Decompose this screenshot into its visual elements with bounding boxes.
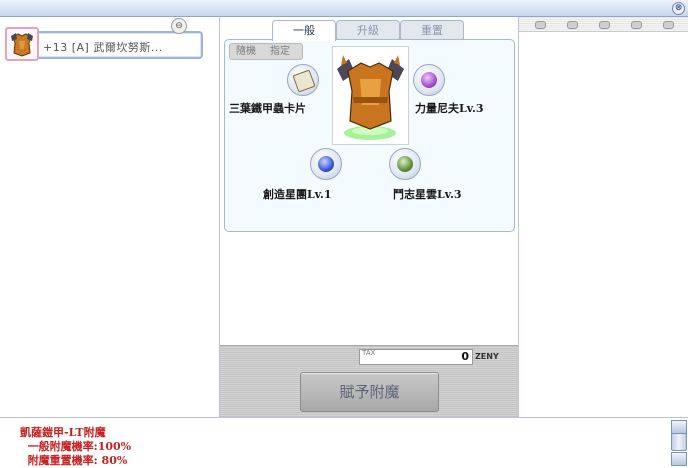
- tab-reset[interactable]: 重置: [400, 20, 464, 40]
- currency-label: ZENY: [475, 352, 499, 361]
- tax-field: TAX 0: [359, 349, 473, 365]
- mode-random[interactable]: 隨機: [236, 44, 256, 59]
- remove-item-icon[interactable]: ⊖: [171, 18, 187, 34]
- blue-orb-icon: [318, 156, 334, 172]
- indicator-dot: [663, 21, 674, 29]
- enchant-slots-panel: 隨機 指定 三葉鐵甲蟲卡片 力量尼夫Lv.3 創造星團Lv.1 鬥志星雲Lv.3: [224, 39, 515, 232]
- tab-upgrade[interactable]: 升級: [336, 20, 400, 40]
- tax-area: TAX 0 ZENY 賦予附魔: [220, 345, 518, 418]
- selected-item-row[interactable]: +13 [A] 武爾坎努斯... ⊖: [5, 18, 203, 61]
- item-preview: [332, 46, 409, 145]
- enchant-button[interactable]: 賦予附魔: [300, 372, 439, 412]
- info-panel: 凱薩鎧甲-LT附魔 一般附魔機率:100% 附魔重置機率: 80%: [0, 417, 688, 468]
- mode-specific[interactable]: 指定: [270, 44, 290, 59]
- slot-2-label: 力量尼夫Lv.3: [415, 102, 484, 115]
- item-name-box: +13 [A] 武爾坎努斯...: [27, 31, 203, 59]
- enchant-slot-2[interactable]: [413, 64, 445, 96]
- title-bar: ⊗: [0, 0, 688, 17]
- indicator-dot: [535, 21, 546, 29]
- slot-1-label: 三葉鐵甲蟲卡片: [229, 102, 306, 115]
- enchant-slot-3[interactable]: [310, 148, 342, 180]
- tab-normal[interactable]: 一般: [272, 20, 336, 41]
- armor-item-icon: [5, 27, 39, 61]
- mode-toggle[interactable]: 隨機 指定: [229, 43, 303, 60]
- item-list-panel: +13 [A] 武爾坎努斯... ⊖: [0, 17, 220, 417]
- scroll-up-button[interactable]: [671, 420, 687, 434]
- slot-4-label: 鬥志星雲Lv.3: [393, 188, 462, 201]
- result-header: [519, 17, 688, 32]
- slot-3-label: 創造星團Lv.1: [263, 188, 332, 201]
- enchant-slot-4[interactable]: [389, 148, 421, 180]
- enchant-slot-1[interactable]: [287, 64, 319, 96]
- purple-gem-icon: [421, 72, 437, 88]
- enchant-panel: 一般 升級 重置 隨機 指定 三葉鐵甲蟲卡片 力量尼夫Lv.3 創造星團Lv.1…: [220, 17, 519, 418]
- armor-preview-icon: [337, 55, 404, 140]
- scrollbar-thumb[interactable]: [671, 433, 687, 451]
- indicator-dot: [631, 21, 642, 29]
- close-icon[interactable]: ⊗: [672, 2, 685, 15]
- indicator-dot: [599, 21, 610, 29]
- tax-label: TAX: [362, 349, 376, 357]
- indicator-dot: [567, 21, 578, 29]
- result-panel: [519, 17, 688, 417]
- item-name: +13 [A] 武爾坎努斯...: [43, 41, 163, 54]
- scroll-down-button[interactable]: [671, 452, 687, 466]
- card-icon: [292, 69, 316, 93]
- tax-value: 0: [461, 350, 469, 363]
- info-reset-rate: 附魔重置機率: 80%: [20, 454, 128, 467]
- green-orb-icon: [397, 156, 413, 172]
